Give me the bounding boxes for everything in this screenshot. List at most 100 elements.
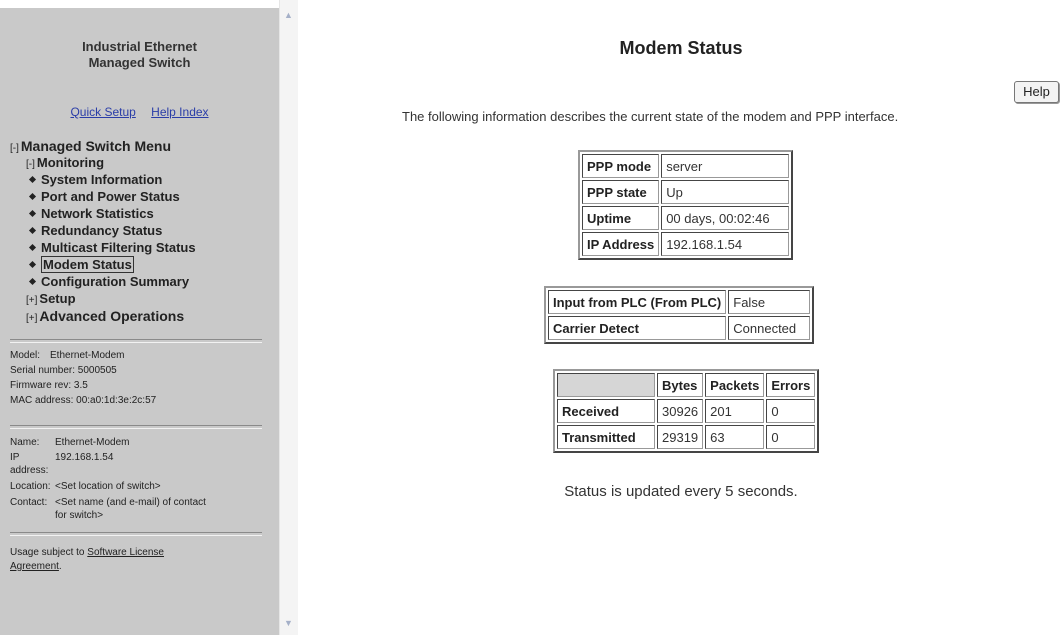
received-packets: 201 xyxy=(705,399,765,423)
menu-item-label[interactable]: Multicast Filtering Status xyxy=(41,240,196,255)
bullet-icon xyxy=(28,226,37,235)
bullet-icon xyxy=(28,260,37,269)
software-license-link[interactable]: Software License xyxy=(87,547,164,558)
menu-root-label[interactable]: Managed Switch Menu xyxy=(21,138,171,154)
menu-advanced-label[interactable]: Advanced Operations xyxy=(39,308,184,324)
ip-label-2: address: xyxy=(10,465,49,476)
menu-item-multicast-filtering[interactable]: Multicast Filtering Status xyxy=(28,240,196,255)
ppp-mode-label: PPP mode xyxy=(582,154,660,178)
ip-address-value: 192.168.1.54 xyxy=(661,232,790,256)
menu-managed-switch[interactable]: [-] Managed Switch Menu xyxy=(10,138,171,154)
menu-item-label-selected[interactable]: Modem Status xyxy=(41,256,134,273)
menu-item-label[interactable]: Network Statistics xyxy=(41,206,154,221)
agreement-link[interactable]: Agreement xyxy=(10,561,59,572)
carrier-detect-label: Carrier Detect xyxy=(548,316,727,340)
sidebar-title-line2: Managed Switch xyxy=(88,55,191,70)
transmitted-packets: 63 xyxy=(705,425,765,449)
ppp-table: PPP mode server PPP state Up Uptime 00 days… xyxy=(578,150,794,260)
transmitted-bytes: 29319 xyxy=(657,425,704,449)
divider xyxy=(10,339,262,343)
sidebar-title-line1: Industrial Ethernet xyxy=(82,39,197,54)
menu-item-system-information[interactable]: System Information xyxy=(28,172,162,187)
divider xyxy=(10,532,262,536)
menu-item-port-power-status[interactable]: Port and Power Status xyxy=(28,189,180,204)
bullet-icon xyxy=(28,192,37,201)
received-errors: 0 xyxy=(766,399,816,423)
table-row: PPP mode server xyxy=(582,154,790,178)
menu-item-label[interactable]: Configuration Summary xyxy=(41,274,189,289)
bullet-icon xyxy=(28,209,37,218)
menu-advanced-operations[interactable]: [+] Advanced Operations xyxy=(26,308,184,324)
device-info: Model: Ethernet-Modem Serial number: 5000… xyxy=(10,348,156,408)
bytes-header: Bytes xyxy=(657,373,704,397)
ip-value: 192.168.1.54 xyxy=(55,452,114,463)
plc-table: Input from PLC (From PLC) False Carrier D… xyxy=(544,286,815,344)
usage-notice: Usage subject to Software License Agreem… xyxy=(10,546,250,574)
firmware-rev: Firmware rev: 3.5 xyxy=(10,380,88,391)
menu-item-label[interactable]: System Information xyxy=(41,172,162,187)
sidebar-links: Quick Setup Help Index xyxy=(0,105,279,119)
uptime-value: 00 days, 00:02:46 xyxy=(661,206,790,230)
main-content: Modem Status Help The following informat… xyxy=(300,0,1062,635)
table-row: Transmitted 29319 63 0 xyxy=(557,425,816,449)
scroll-down-icon[interactable]: ▼ xyxy=(284,618,293,628)
location-value: <Set location of switch> xyxy=(55,481,161,492)
menu-item-label[interactable]: Port and Power Status xyxy=(41,189,180,204)
menu-item-network-statistics[interactable]: Network Statistics xyxy=(28,206,154,221)
table-row: IP Address 192.168.1.54 xyxy=(582,232,790,256)
transmitted-errors: 0 xyxy=(766,425,816,449)
ppp-state-value: Up xyxy=(661,180,790,204)
ip-label: IP xyxy=(10,452,20,463)
expand-toggle[interactable]: [+] xyxy=(26,295,37,306)
usage-end: . xyxy=(58,561,62,572)
table-row: Carrier Detect Connected xyxy=(548,316,811,340)
received-label: Received xyxy=(557,399,655,423)
plc-input-label: Input from PLC (From PLC) xyxy=(548,290,727,314)
plc-input-value: False xyxy=(728,290,811,314)
menu-item-label[interactable]: Redundancy Status xyxy=(41,223,162,238)
received-bytes: 30926 xyxy=(657,399,704,423)
collapse-toggle[interactable]: [-] xyxy=(10,143,19,154)
uptime-label: Uptime xyxy=(582,206,660,230)
table-row: Uptime 00 days, 00:02:46 xyxy=(582,206,790,230)
bullet-icon xyxy=(28,243,37,252)
corner-cell xyxy=(557,373,655,397)
name-value: Ethernet-Modem xyxy=(55,437,130,448)
contact-value-2: for switch> xyxy=(55,510,104,521)
transmitted-label: Transmitted xyxy=(557,425,655,449)
menu-monitoring[interactable]: [-] Monitoring xyxy=(26,155,104,170)
menu-item-redundancy-status[interactable]: Redundancy Status xyxy=(28,223,162,238)
mac-address: MAC address: 00:a0:1d:3e:2c:57 xyxy=(10,395,157,406)
menu-setup-label[interactable]: Setup xyxy=(39,291,75,306)
expand-toggle[interactable]: [+] xyxy=(26,313,37,324)
table-row: Input from PLC (From PLC) False xyxy=(548,290,811,314)
packets-header: Packets xyxy=(705,373,765,397)
errors-header: Errors xyxy=(766,373,816,397)
carrier-detect-value: Connected xyxy=(728,316,811,340)
bullet-icon xyxy=(28,175,37,184)
ppp-state-label: PPP state xyxy=(582,180,660,204)
bullet-icon xyxy=(28,277,37,286)
model-value: Ethernet-Modem xyxy=(50,350,125,361)
usage-text: Usage subject to xyxy=(10,547,85,558)
contact-value: <Set name (and e-mail) of contact xyxy=(55,497,206,508)
location-label: Location: xyxy=(10,481,51,492)
scroll-up-icon[interactable]: ▲ xyxy=(284,10,293,20)
serial-number: Serial number: 5000505 xyxy=(10,365,117,376)
help-index-link[interactable]: Help Index xyxy=(151,105,208,119)
help-button[interactable]: Help xyxy=(1014,81,1059,103)
table-row: Received 30926 201 0 xyxy=(557,399,816,423)
sidebar-scrollbar[interactable]: ▲ ▼ xyxy=(279,0,298,635)
ppp-mode-value: server xyxy=(661,154,790,178)
model-label: Model: xyxy=(10,350,41,361)
traffic-table: Bytes Packets Errors Received 30926 201 … xyxy=(553,369,820,453)
quick-setup-link[interactable]: Quick Setup xyxy=(70,105,135,119)
menu-monitoring-label[interactable]: Monitoring xyxy=(37,155,104,170)
menu-item-configuration-summary[interactable]: Configuration Summary xyxy=(28,274,189,289)
table-header-row: Bytes Packets Errors xyxy=(557,373,816,397)
menu-item-modem-status[interactable]: Modem Status xyxy=(28,256,134,273)
collapse-toggle[interactable]: [-] xyxy=(26,159,35,170)
name-label: Name: xyxy=(10,437,40,448)
sidebar: Industrial Ethernet Managed Switch Quick… xyxy=(0,8,279,635)
menu-setup[interactable]: [+] Setup xyxy=(26,291,76,306)
